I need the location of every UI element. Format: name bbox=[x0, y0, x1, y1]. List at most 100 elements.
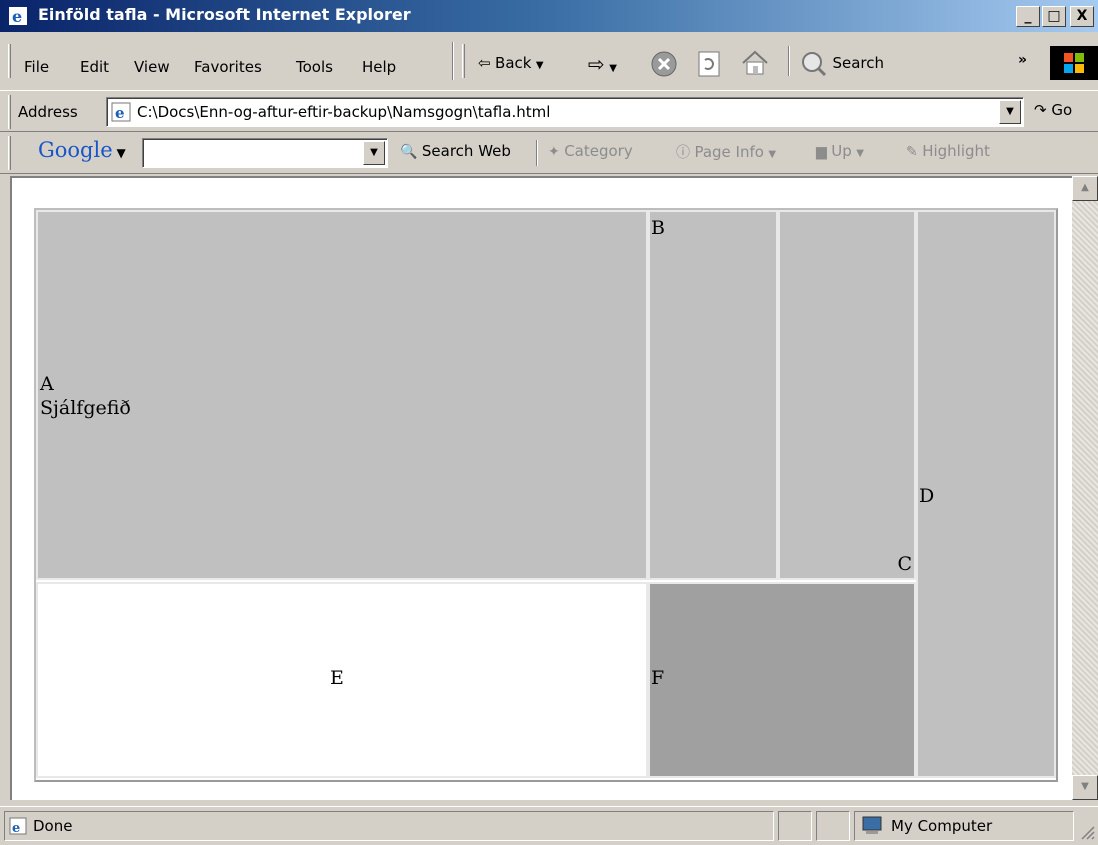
address-label: Address bbox=[18, 103, 78, 121]
category-button[interactable]: ✦ Category bbox=[548, 142, 633, 160]
toolbar-separator bbox=[452, 42, 454, 80]
svg-text:e: e bbox=[12, 7, 22, 26]
status-zone-text: My Computer bbox=[891, 817, 993, 835]
status-text: Done bbox=[33, 817, 73, 835]
chevron-down-icon: ▼ bbox=[768, 149, 777, 160]
menu-favorites[interactable]: Favorites bbox=[194, 58, 262, 76]
google-logo[interactable]: Google ▼ bbox=[38, 138, 126, 162]
address-dropdown-button[interactable]: ▼ bbox=[999, 100, 1021, 124]
go-label: Go bbox=[1051, 101, 1073, 119]
cell-d: D bbox=[916, 210, 1056, 778]
my-computer-icon bbox=[862, 816, 882, 834]
menu-toolbar-row: File Edit View Favorites Tools Help ⇦ Ba… bbox=[0, 32, 1098, 90]
cell-c-text: C bbox=[897, 553, 912, 575]
chevron-down-icon: ▼ bbox=[856, 148, 864, 159]
cell-f: F bbox=[648, 582, 916, 778]
status-zone-panel: My Computer bbox=[854, 811, 1074, 841]
home-icon bbox=[742, 50, 768, 75]
page-viewport: A Sjálfgefið B C D E F bbox=[10, 176, 1072, 800]
search-icon bbox=[802, 52, 827, 77]
toolbar-grip[interactable] bbox=[462, 44, 465, 78]
scroll-down-button[interactable]: ▼ bbox=[1072, 775, 1098, 800]
vertical-scrollbar[interactable]: ▲ ▼ bbox=[1072, 176, 1098, 800]
close-button[interactable]: X bbox=[1070, 6, 1094, 27]
stop-button[interactable] bbox=[650, 50, 678, 82]
search-web-label: Search Web bbox=[421, 142, 511, 160]
cell-f-text: F bbox=[651, 667, 665, 689]
toolbar-separator bbox=[788, 46, 790, 76]
status-bar: e Done My Computer bbox=[0, 806, 1098, 845]
google-search-dropdown[interactable]: ▼ bbox=[363, 141, 385, 165]
page-icon: e bbox=[111, 102, 131, 122]
category-label: Category bbox=[564, 142, 633, 160]
up-label: Up bbox=[831, 142, 852, 160]
chevron-down-icon: ▼ bbox=[112, 146, 126, 160]
toolbar-overflow-chevron[interactable]: » bbox=[1018, 52, 1027, 68]
cell-a-line2: Sjálfgefið bbox=[40, 397, 131, 419]
resize-grip-icon[interactable] bbox=[1076, 821, 1096, 841]
category-icon: ✦ bbox=[548, 144, 560, 160]
refresh-icon bbox=[698, 51, 720, 77]
cell-b: B bbox=[648, 210, 778, 580]
svg-text:e: e bbox=[115, 104, 125, 122]
stop-icon bbox=[651, 51, 677, 77]
toolbar-grip[interactable] bbox=[8, 136, 11, 170]
menu-view[interactable]: View bbox=[134, 58, 170, 76]
chevron-down-icon: ▼ bbox=[609, 63, 617, 74]
back-button[interactable]: ⇦ Back ▼ bbox=[478, 54, 544, 72]
cell-e: E bbox=[36, 582, 648, 778]
cell-a: A Sjálfgefið bbox=[36, 210, 648, 580]
page-info-button[interactable]: ⓘ Page Info ▼ bbox=[676, 142, 776, 162]
cell-a-text: A Sjálfgefið bbox=[40, 372, 131, 420]
refresh-button[interactable] bbox=[696, 50, 722, 82]
status-main-panel: e Done bbox=[4, 811, 774, 841]
cell-b-text: B bbox=[651, 217, 665, 239]
menu-tools[interactable]: Tools bbox=[296, 58, 333, 76]
back-arrow-icon: ⇦ bbox=[478, 54, 491, 72]
cell-a-line1: A bbox=[40, 373, 54, 395]
forward-button[interactable]: ⇨ ▼ bbox=[588, 52, 617, 76]
forward-arrow-icon: ⇨ bbox=[588, 52, 605, 76]
cell-c: C bbox=[778, 210, 916, 580]
info-icon: ⓘ bbox=[676, 145, 690, 161]
go-button[interactable]: ↷ Go bbox=[1034, 101, 1072, 119]
binoculars-icon: 🔍 bbox=[400, 144, 418, 160]
svg-text:e: e bbox=[12, 821, 20, 835]
home-button[interactable] bbox=[740, 48, 770, 82]
address-value: C:\Docs\Enn-og-aftur-eftir-backup\Namsgo… bbox=[137, 103, 551, 121]
address-bar: Address e C:\Docs\Enn-og-aftur-eftir-bac… bbox=[0, 90, 1098, 132]
address-field[interactable]: e C:\Docs\Enn-og-aftur-eftir-backup\Nams… bbox=[106, 97, 1024, 127]
go-arrow-icon: ↷ bbox=[1034, 101, 1047, 119]
minimize-button[interactable]: _ bbox=[1016, 6, 1040, 27]
google-toolbar: Google ▼ ▼ 🔍 Search Web ✦ Category ⓘ Pag… bbox=[0, 132, 1098, 174]
search-button[interactable]: Search bbox=[800, 50, 884, 78]
google-search-input[interactable]: ▼ bbox=[142, 138, 388, 168]
windows-logo-icon bbox=[1050, 46, 1098, 80]
maximize-button[interactable]: □ bbox=[1042, 6, 1066, 27]
menu-edit[interactable]: Edit bbox=[80, 58, 109, 76]
ie-logo-icon: e bbox=[8, 6, 28, 26]
toolbar-grip[interactable] bbox=[8, 95, 11, 129]
search-label: Search bbox=[832, 54, 884, 72]
page-info-label: Page Info bbox=[694, 143, 764, 161]
cell-d-text: D bbox=[919, 485, 935, 507]
search-web-button[interactable]: 🔍 Search Web bbox=[400, 142, 511, 160]
menu-help[interactable]: Help bbox=[362, 58, 396, 76]
back-label: Back bbox=[495, 54, 532, 72]
toolbar-grip[interactable] bbox=[8, 44, 11, 78]
google-brand: Google bbox=[38, 138, 113, 162]
title-bar: e Einföld tafla - Microsoft Internet Exp… bbox=[0, 0, 1098, 32]
up-button[interactable]: ▆ Up ▼ bbox=[816, 142, 864, 160]
status-panel bbox=[778, 811, 812, 841]
chevron-down-icon: ▼ bbox=[535, 60, 544, 71]
html-table: A Sjálfgefið B C D E F bbox=[34, 208, 1058, 782]
highlight-button[interactable]: ✎ Highlight bbox=[906, 142, 990, 160]
folder-icon: ▆ bbox=[816, 144, 827, 160]
status-panel bbox=[816, 811, 850, 841]
scroll-up-button[interactable]: ▲ bbox=[1072, 176, 1098, 201]
menu-file[interactable]: File bbox=[24, 58, 49, 76]
toolbar-separator bbox=[536, 140, 538, 166]
page-icon: e bbox=[9, 817, 27, 835]
highlighter-icon: ✎ bbox=[906, 144, 918, 160]
cell-e-text: E bbox=[330, 667, 344, 689]
